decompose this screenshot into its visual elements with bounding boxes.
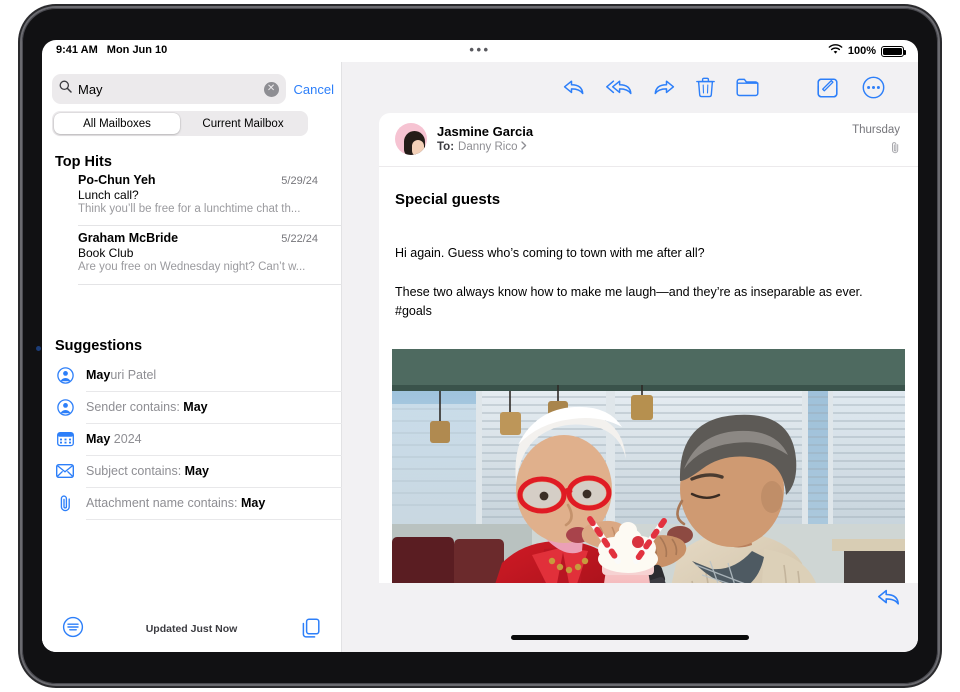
- status-bar-left: 9:41 AM Mon Jun 10: [56, 44, 167, 56]
- message-body-paragraph: Hi again. Guess who’s coming to town wit…: [395, 244, 900, 263]
- battery-percent-label: 100%: [848, 45, 876, 57]
- battery-full-icon: [881, 46, 904, 57]
- compose-button[interactable]: [812, 72, 842, 102]
- new-message-icon[interactable]: [301, 618, 323, 645]
- message-subject: Special guests: [395, 191, 500, 208]
- forward-button[interactable]: [649, 72, 679, 102]
- suggestions-header: Suggestions: [55, 338, 142, 354]
- message-date: Thursday: [852, 124, 900, 136]
- envelope-icon: [56, 462, 74, 480]
- suggestion-row-sender-contains[interactable]: Sender contains: May: [56, 391, 348, 423]
- ipad-device-frame: 9:41 AM Mon Jun 10 ••• 100%: [22, 8, 938, 684]
- suggestion-label: Subject contains: May: [86, 464, 209, 478]
- suggestion-row-attachment-contains[interactable]: Attachment name contains: May: [56, 487, 348, 519]
- segment-all-mailboxes[interactable]: All Mailboxes: [54, 113, 180, 134]
- message-toolbar: [342, 62, 918, 112]
- search-input[interactable]: May ✕: [52, 74, 286, 104]
- to-label: To:: [437, 141, 454, 153]
- ipad-screen: 9:41 AM Mon Jun 10 ••• 100%: [42, 40, 918, 652]
- paperclip-icon: [891, 141, 900, 159]
- more-options-button[interactable]: [858, 72, 888, 102]
- recipient-row[interactable]: To: Danny Rico: [437, 141, 527, 153]
- message-body-paragraph: These two always know how to make me lau…: [395, 283, 900, 321]
- top-hit-row[interactable]: Po-Chun Yeh 5/29/24 Lunch call? Think yo…: [78, 173, 348, 215]
- mail-sidebar: May ✕ Cancel All Mailboxes Current Mailb…: [42, 62, 342, 652]
- reply-all-button[interactable]: [604, 72, 634, 102]
- cancel-search-button[interactable]: Cancel: [292, 82, 334, 97]
- suggestion-label: Sender contains: May: [86, 400, 208, 414]
- search-icon: [59, 80, 72, 98]
- sender-name: Jasmine Garcia: [437, 124, 533, 139]
- person-circle-icon: [56, 398, 74, 416]
- sidebar-bottom-toolbar: Updated Just Now: [42, 608, 341, 652]
- quick-reply-button[interactable]: [876, 586, 901, 613]
- message-inline-photo[interactable]: [392, 349, 905, 618]
- top-hit-preview: Are you free on Wednesday night? Can’t w…: [78, 261, 348, 273]
- suggestion-label: Mayuri Patel: [86, 368, 156, 382]
- message-card: Jasmine Garcia To: Danny Rico Thursday: [379, 113, 918, 618]
- mailbox-scope-segmented-control: All Mailboxes Current Mailbox: [52, 111, 308, 136]
- top-hit-preview: Think you’ll be free for a lunchtime cha…: [78, 203, 348, 215]
- chevron-right-icon: [521, 141, 527, 153]
- segment-current-mailbox[interactable]: Current Mailbox: [180, 113, 306, 134]
- delete-button[interactable]: [690, 72, 720, 102]
- suggestion-row-contact[interactable]: Mayuri Patel: [56, 359, 348, 391]
- message-header: Jasmine Garcia To: Danny Rico Thursday: [379, 113, 918, 167]
- avatar[interactable]: [395, 123, 427, 155]
- suggestion-row-subject-contains[interactable]: Subject contains: May: [56, 455, 348, 487]
- message-detail-pane: Jasmine Garcia To: Danny Rico Thursday: [342, 62, 918, 652]
- clear-search-icon[interactable]: ✕: [264, 82, 279, 97]
- home-indicator[interactable]: [511, 635, 749, 640]
- top-hit-subject: Book Club: [78, 246, 348, 260]
- suggestion-label: May 2024: [86, 432, 142, 446]
- device-indicator-dot: [36, 346, 41, 351]
- list-divider: [78, 284, 348, 285]
- calendar-icon: [56, 430, 74, 448]
- top-hits-header: Top Hits: [55, 154, 112, 170]
- list-divider: [78, 225, 348, 226]
- status-bar: 9:41 AM Mon Jun 10 ••• 100%: [42, 40, 918, 62]
- suggestion-label: Attachment name contains: May: [86, 496, 265, 510]
- top-hit-row[interactable]: Graham McBride 5/22/24 Book Club Are you…: [78, 231, 348, 273]
- move-to-folder-button[interactable]: [732, 72, 762, 102]
- top-hit-sender: Po-Chun Yeh: [78, 173, 156, 187]
- suggestion-row-date[interactable]: May 2024: [56, 423, 348, 455]
- status-bar-right: 100%: [828, 44, 904, 58]
- top-hit-subject: Lunch call?: [78, 188, 348, 202]
- paperclip-icon: [56, 494, 74, 512]
- wifi-icon: [828, 44, 843, 58]
- top-hit-sender: Graham McBride: [78, 231, 178, 245]
- reply-button[interactable]: [558, 72, 588, 102]
- top-hit-date: 5/22/24: [281, 233, 348, 245]
- multitasking-dots-button[interactable]: •••: [469, 46, 490, 54]
- status-date: Mon Jun 10: [107, 44, 168, 56]
- mailbox-status-label: Updated Just Now: [42, 623, 341, 635]
- status-time: 9:41 AM: [56, 44, 98, 56]
- search-row: May ✕ Cancel: [52, 74, 334, 104]
- list-divider: [86, 519, 348, 520]
- top-hit-date: 5/29/24: [281, 175, 348, 187]
- recipient-name: Danny Rico: [458, 141, 517, 153]
- message-bottom-bar: [379, 583, 918, 618]
- person-circle-icon: [56, 366, 74, 384]
- search-input-value: May: [78, 82, 258, 97]
